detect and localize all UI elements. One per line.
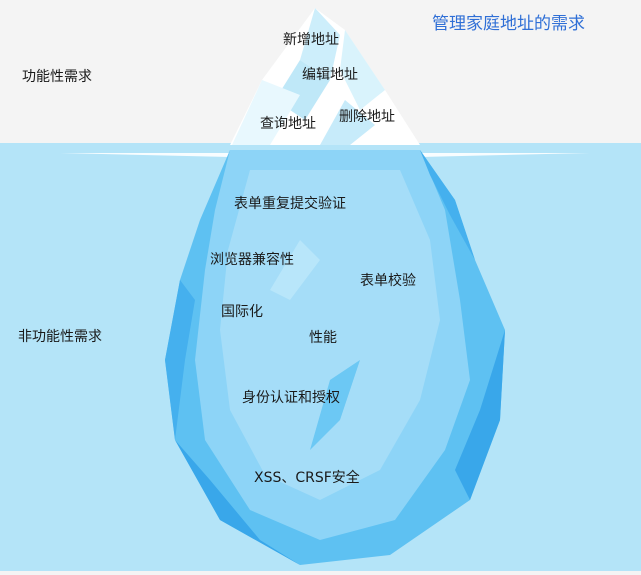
security-label: XSS、CRSF安全 bbox=[254, 470, 360, 486]
browser-compatibility-label: 浏览器兼容性 bbox=[210, 252, 294, 268]
functional-requirements-label: 功能性需求 bbox=[22, 69, 92, 85]
non-functional-requirements-label: 非功能性需求 bbox=[18, 329, 102, 345]
add-address-label: 新增地址 bbox=[283, 32, 339, 48]
duplicate-submit-validation-label: 表单重复提交验证 bbox=[234, 196, 346, 212]
diagram-title: 管理家庭地址的需求 bbox=[432, 14, 585, 34]
auth-label: 身份认证和授权 bbox=[242, 390, 340, 406]
delete-address-label: 删除地址 bbox=[339, 109, 395, 125]
iceberg-scene: 管理家庭地址的需求 功能性需求 非功能性需求 新增地址 编辑地址 查询地址 删除… bbox=[0, 0, 641, 571]
i18n-label: 国际化 bbox=[221, 304, 263, 320]
edit-address-label: 编辑地址 bbox=[302, 67, 358, 83]
form-validation-label: 表单校验 bbox=[360, 273, 416, 289]
query-address-label: 查询地址 bbox=[260, 116, 316, 132]
performance-label: 性能 bbox=[309, 330, 337, 346]
